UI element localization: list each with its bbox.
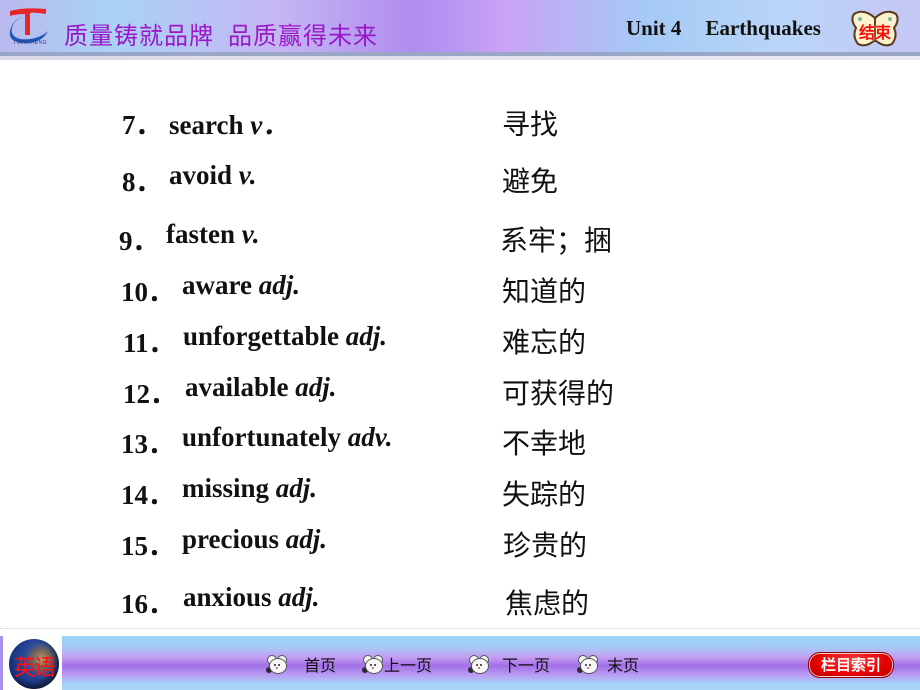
vocab-pos: adj. [258, 270, 300, 300]
vocab-word: missing adj. [182, 473, 317, 504]
footer-left-edge [0, 636, 3, 690]
vocab-number: 9． [119, 226, 160, 256]
vocab-term: precious [182, 524, 280, 554]
vocab-pos: adj. [278, 582, 320, 612]
vocab-row: 10． aware adj. 知道的 [0, 270, 920, 310]
vocab-word: available adj. [185, 372, 337, 403]
vocab-row: 8． avoid v. 避免 [0, 160, 920, 200]
vocab-pos: v. [241, 219, 260, 249]
footer-divider [0, 628, 920, 630]
mouse-icon [577, 655, 599, 674]
vocab-pos: adj. [285, 524, 328, 554]
nav-prev-label: 上一页 [384, 656, 433, 675]
vocab-number: 14． [121, 480, 175, 510]
nav-first-label: 首页 [304, 656, 337, 675]
vocab-word: aware adj. [182, 270, 300, 301]
nav-first-page-button[interactable]: 首页 [266, 652, 336, 676]
nav-last-label: 末页 [607, 656, 640, 675]
vocab-row: 13． unfortunately adv. 不幸地 [0, 422, 920, 462]
vocab-term: search [169, 110, 244, 140]
vocab-meaning: 可获得的 [502, 377, 615, 410]
globe-icon: 英语 [9, 639, 59, 689]
vocab-meaning: 寻找 [502, 108, 559, 141]
vocab-meaning: 不幸地 [502, 427, 587, 460]
vocab-number: 11． [123, 328, 176, 358]
subject-label: 英语 [13, 656, 56, 681]
mouse-icon [468, 655, 490, 674]
nav-next-page-button[interactable]: 下一页 [468, 652, 550, 676]
nav-next-label: 下一页 [502, 656, 551, 675]
vocab-meaning: 避免 [502, 165, 559, 198]
vocab-row: 16． anxious adj. 焦虑的 [0, 582, 920, 622]
vocab-number: 13． [121, 429, 175, 459]
vocab-number: 16． [121, 589, 175, 619]
vocab-meaning: 系牢；捆 [500, 224, 613, 257]
vocab-meaning: 知道的 [502, 275, 587, 308]
vocab-term: unforgettable [183, 321, 339, 351]
vocab-word: search v． [169, 103, 289, 142]
vocab-pos: adj. [295, 372, 337, 402]
nav-last-page-button[interactable]: 末页 [577, 652, 639, 676]
vocab-list: 7． search v． 寻找 8． avoid v. 避免 9． fasten… [0, 0, 920, 690]
vocab-row: 7． search v． 寻找 [0, 103, 920, 143]
vocab-pos: adj. [275, 473, 318, 503]
vocab-number: 15． [121, 531, 175, 561]
vocab-pos: v． [250, 110, 290, 140]
vocab-word: avoid v. [169, 160, 257, 191]
vocab-row: 12． available adj. 可获得的 [0, 372, 920, 412]
vocab-number: 8． [122, 167, 163, 197]
vocab-number: 12． [123, 379, 177, 409]
vocab-term: missing [182, 473, 270, 503]
vocab-word: precious adj. [182, 524, 327, 555]
vocab-term: unfortunately [182, 422, 342, 452]
vocab-number: 10． [121, 277, 175, 307]
vocab-term: available [185, 372, 289, 402]
vocab-pos: v. [238, 160, 257, 190]
vocab-meaning: 珍贵的 [503, 529, 588, 562]
vocab-word: anxious adj. [183, 582, 320, 613]
vocab-term: avoid [169, 160, 233, 190]
vocab-word: unfortunately adv. [182, 422, 393, 453]
vocab-meaning: 难忘的 [502, 326, 587, 359]
vocab-term: anxious [183, 582, 272, 612]
vocab-term: aware [182, 270, 252, 300]
vocab-row: 11． unforgettable adj. 难忘的 [0, 321, 920, 361]
mouse-icon [266, 655, 288, 674]
vocab-term: fasten [166, 219, 235, 249]
nav-prev-page-button[interactable]: 上一页 [362, 652, 432, 676]
vocab-word: unforgettable adj. [183, 321, 387, 352]
vocab-row: 15． precious adj. 珍贵的 [0, 524, 920, 564]
mouse-icon [362, 655, 384, 674]
vocab-meaning: 焦虑的 [505, 587, 590, 620]
vocab-meaning: 失踪的 [502, 478, 587, 511]
section-index-button[interactable]: 栏目索引 [808, 652, 894, 678]
vocab-number: 7． [122, 110, 163, 140]
vocab-row: 14． missing adj. 失踪的 [0, 473, 920, 513]
vocab-pos: adj. [345, 321, 387, 351]
vocab-word: fasten v. [166, 219, 259, 250]
vocab-pos: adv. [347, 422, 393, 452]
vocab-row: 9． fasten v. 系牢；捆 [0, 219, 920, 259]
